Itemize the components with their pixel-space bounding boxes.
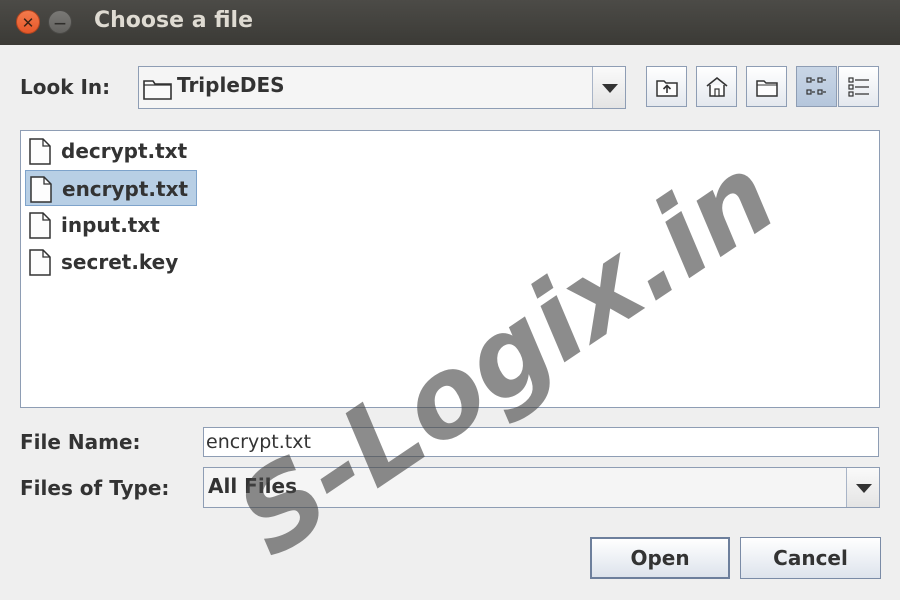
window-title: Choose a file bbox=[94, 8, 253, 33]
home-icon bbox=[706, 76, 728, 97]
details-view-button[interactable] bbox=[838, 66, 879, 107]
look-in-value: TripleDES bbox=[177, 73, 285, 97]
up-one-level-button[interactable] bbox=[646, 66, 687, 107]
file-item-encrypt[interactable]: encrypt.txt bbox=[25, 170, 197, 206]
up-folder-icon bbox=[656, 80, 678, 97]
cancel-button[interactable]: Cancel bbox=[740, 537, 881, 579]
file-icon bbox=[29, 138, 51, 165]
file-name: secret.key bbox=[61, 250, 179, 274]
window-minimize-button[interactable]: — bbox=[48, 10, 72, 34]
file-name-label: File Name: bbox=[20, 430, 141, 454]
look-in-combo[interactable]: TripleDES bbox=[138, 66, 626, 109]
create-new-folder-button[interactable] bbox=[746, 66, 787, 107]
list-view-button[interactable] bbox=[796, 66, 837, 107]
file-item-decrypt[interactable]: decrypt.txt bbox=[25, 133, 201, 169]
file-name: decrypt.txt bbox=[61, 139, 188, 163]
folder-icon bbox=[143, 80, 172, 100]
title-bar: ✕ — Choose a file bbox=[0, 0, 900, 45]
file-item-input[interactable]: input.txt bbox=[25, 207, 175, 243]
window-close-button[interactable]: ✕ bbox=[16, 10, 40, 34]
file-name: input.txt bbox=[61, 213, 160, 237]
new-folder-icon bbox=[756, 80, 778, 97]
file-icon bbox=[29, 212, 51, 239]
files-of-type-combo[interactable]: All Files bbox=[203, 467, 880, 508]
files-of-type-label: Files of Type: bbox=[20, 476, 170, 500]
home-button[interactable] bbox=[696, 66, 737, 107]
files-of-type-value: All Files bbox=[208, 474, 297, 498]
open-button[interactable]: Open bbox=[590, 537, 730, 579]
file-name-field[interactable] bbox=[203, 427, 879, 457]
file-item-secret[interactable]: secret.key bbox=[25, 244, 197, 280]
file-icon bbox=[29, 249, 51, 276]
file-list[interactable]: decrypt.txt encrypt.txt input.txt secret… bbox=[20, 130, 880, 408]
files-of-type-dropdown-arrow[interactable] bbox=[846, 468, 879, 507]
look-in-label: Look In: bbox=[20, 75, 111, 99]
details-view-icon bbox=[848, 77, 869, 97]
list-view-icon bbox=[806, 77, 826, 95]
file-name: encrypt.txt bbox=[62, 177, 189, 201]
file-icon bbox=[30, 176, 52, 203]
look-in-dropdown-arrow[interactable] bbox=[592, 67, 625, 108]
